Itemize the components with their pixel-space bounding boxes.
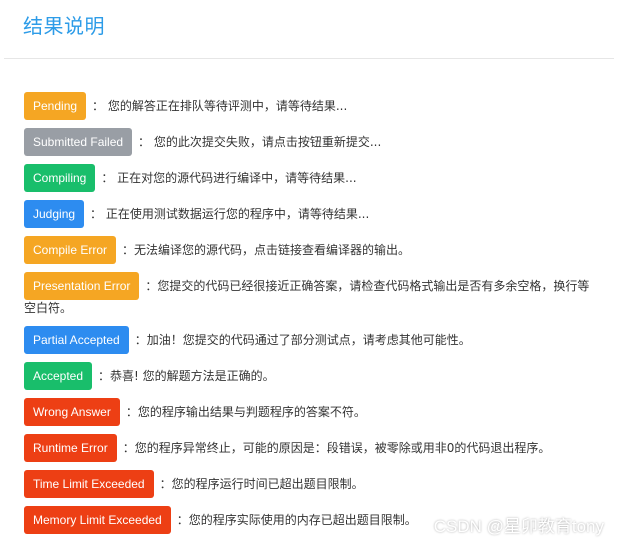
status-badge-compiling: Compiling (24, 164, 96, 192)
status-badge-judging: Judging (24, 200, 85, 228)
result-item-wrong-answer: Wrong Answer ：您的程序输出结果与判题程序的答案不符。 (24, 398, 590, 426)
title-divider (4, 58, 614, 59)
status-description: ： 您的解答正在排队等待评测中，请等待结果... (92, 99, 348, 113)
result-item-compile-error: Compile Error ：无法编译您的源代码，点击链接查看编译器的输出。 (24, 236, 590, 264)
status-badge-accepted: Accepted (24, 362, 93, 390)
status-description: ：无法编译您的源代码，点击链接查看编译器的输出。 (122, 243, 411, 257)
result-list: Pending ： 您的解答正在排队等待评测中，请等待结果... Submitt… (24, 92, 590, 542)
status-description: ： 您的此次提交失败，请点击按钮重新提交... (138, 135, 382, 149)
result-item-pending: Pending ： 您的解答正在排队等待评测中，请等待结果... (24, 92, 590, 120)
status-description: ：您提交的代码已经很接近正确答案，请检查代码格式输出是否有多余空格，换行等 (145, 279, 590, 293)
status-description: ： 正在使用测试数据运行您的程序中，请等待结果... (90, 207, 370, 221)
status-description: ：您的程序异常终止，可能的原因是：段错误，被零除或用非0的代码退出程序。 (122, 441, 551, 455)
status-badge-compile-error: Compile Error (24, 236, 117, 264)
result-item-submitted-failed: Submitted Failed ： 您的此次提交失败，请点击按钮重新提交... (24, 128, 590, 156)
result-item-partial-accepted: Partial Accepted ：加油！您提交的代码通过了部分测试点，请考虑其… (24, 326, 590, 354)
status-badge-pending: Pending (24, 92, 87, 120)
status-badge-partial-accepted: Partial Accepted (24, 326, 129, 354)
status-badge-time-limit-exceeded: Time Limit Exceeded (24, 470, 154, 498)
status-description: ：您的程序输出结果与判题程序的答案不符。 (125, 405, 366, 419)
status-badge-memory-limit-exceeded: Memory Limit Exceeded (24, 506, 171, 534)
page-title: 结果说明 (23, 14, 105, 38)
status-badge-runtime-error: Runtime Error (24, 434, 117, 462)
status-description: ： 正在对您的源代码进行编译中，请等待结果... (101, 171, 357, 185)
result-item-runtime-error: Runtime Error ：您的程序异常终止，可能的原因是：段错误，被零除或用… (24, 434, 590, 462)
watermark: CSDN @星卯教育tony (433, 517, 604, 536)
status-description: ：加油！您提交的代码通过了部分测试点，请考虑其他可能性。 (134, 333, 471, 347)
result-item-accepted: Accepted ：恭喜! 您的解题方法是正确的。 (24, 362, 590, 390)
status-badge-wrong-answer: Wrong Answer (24, 398, 120, 426)
status-description-continued: 空白符。 (24, 301, 73, 315)
status-description: ：您的程序运行时间已超出题目限制。 (159, 477, 364, 491)
result-item-judging: Judging ： 正在使用测试数据运行您的程序中，请等待结果... (24, 200, 590, 228)
result-item-compiling: Compiling ： 正在对您的源代码进行编译中，请等待结果... (24, 164, 590, 192)
status-badge-presentation-error: Presentation Error (24, 272, 140, 300)
status-description: ：恭喜! 您的解题方法是正确的。 (98, 369, 275, 383)
status-description: ：您的程序实际使用的内存已超出题目限制。 (176, 513, 417, 527)
status-badge-submitted-failed: Submitted Failed (24, 128, 133, 156)
result-item-presentation-error: Presentation Error ：您提交的代码已经很接近正确答案，请检查代… (24, 272, 590, 318)
result-item-time-limit-exceeded: Time Limit Exceeded ：您的程序运行时间已超出题目限制。 (24, 470, 590, 498)
